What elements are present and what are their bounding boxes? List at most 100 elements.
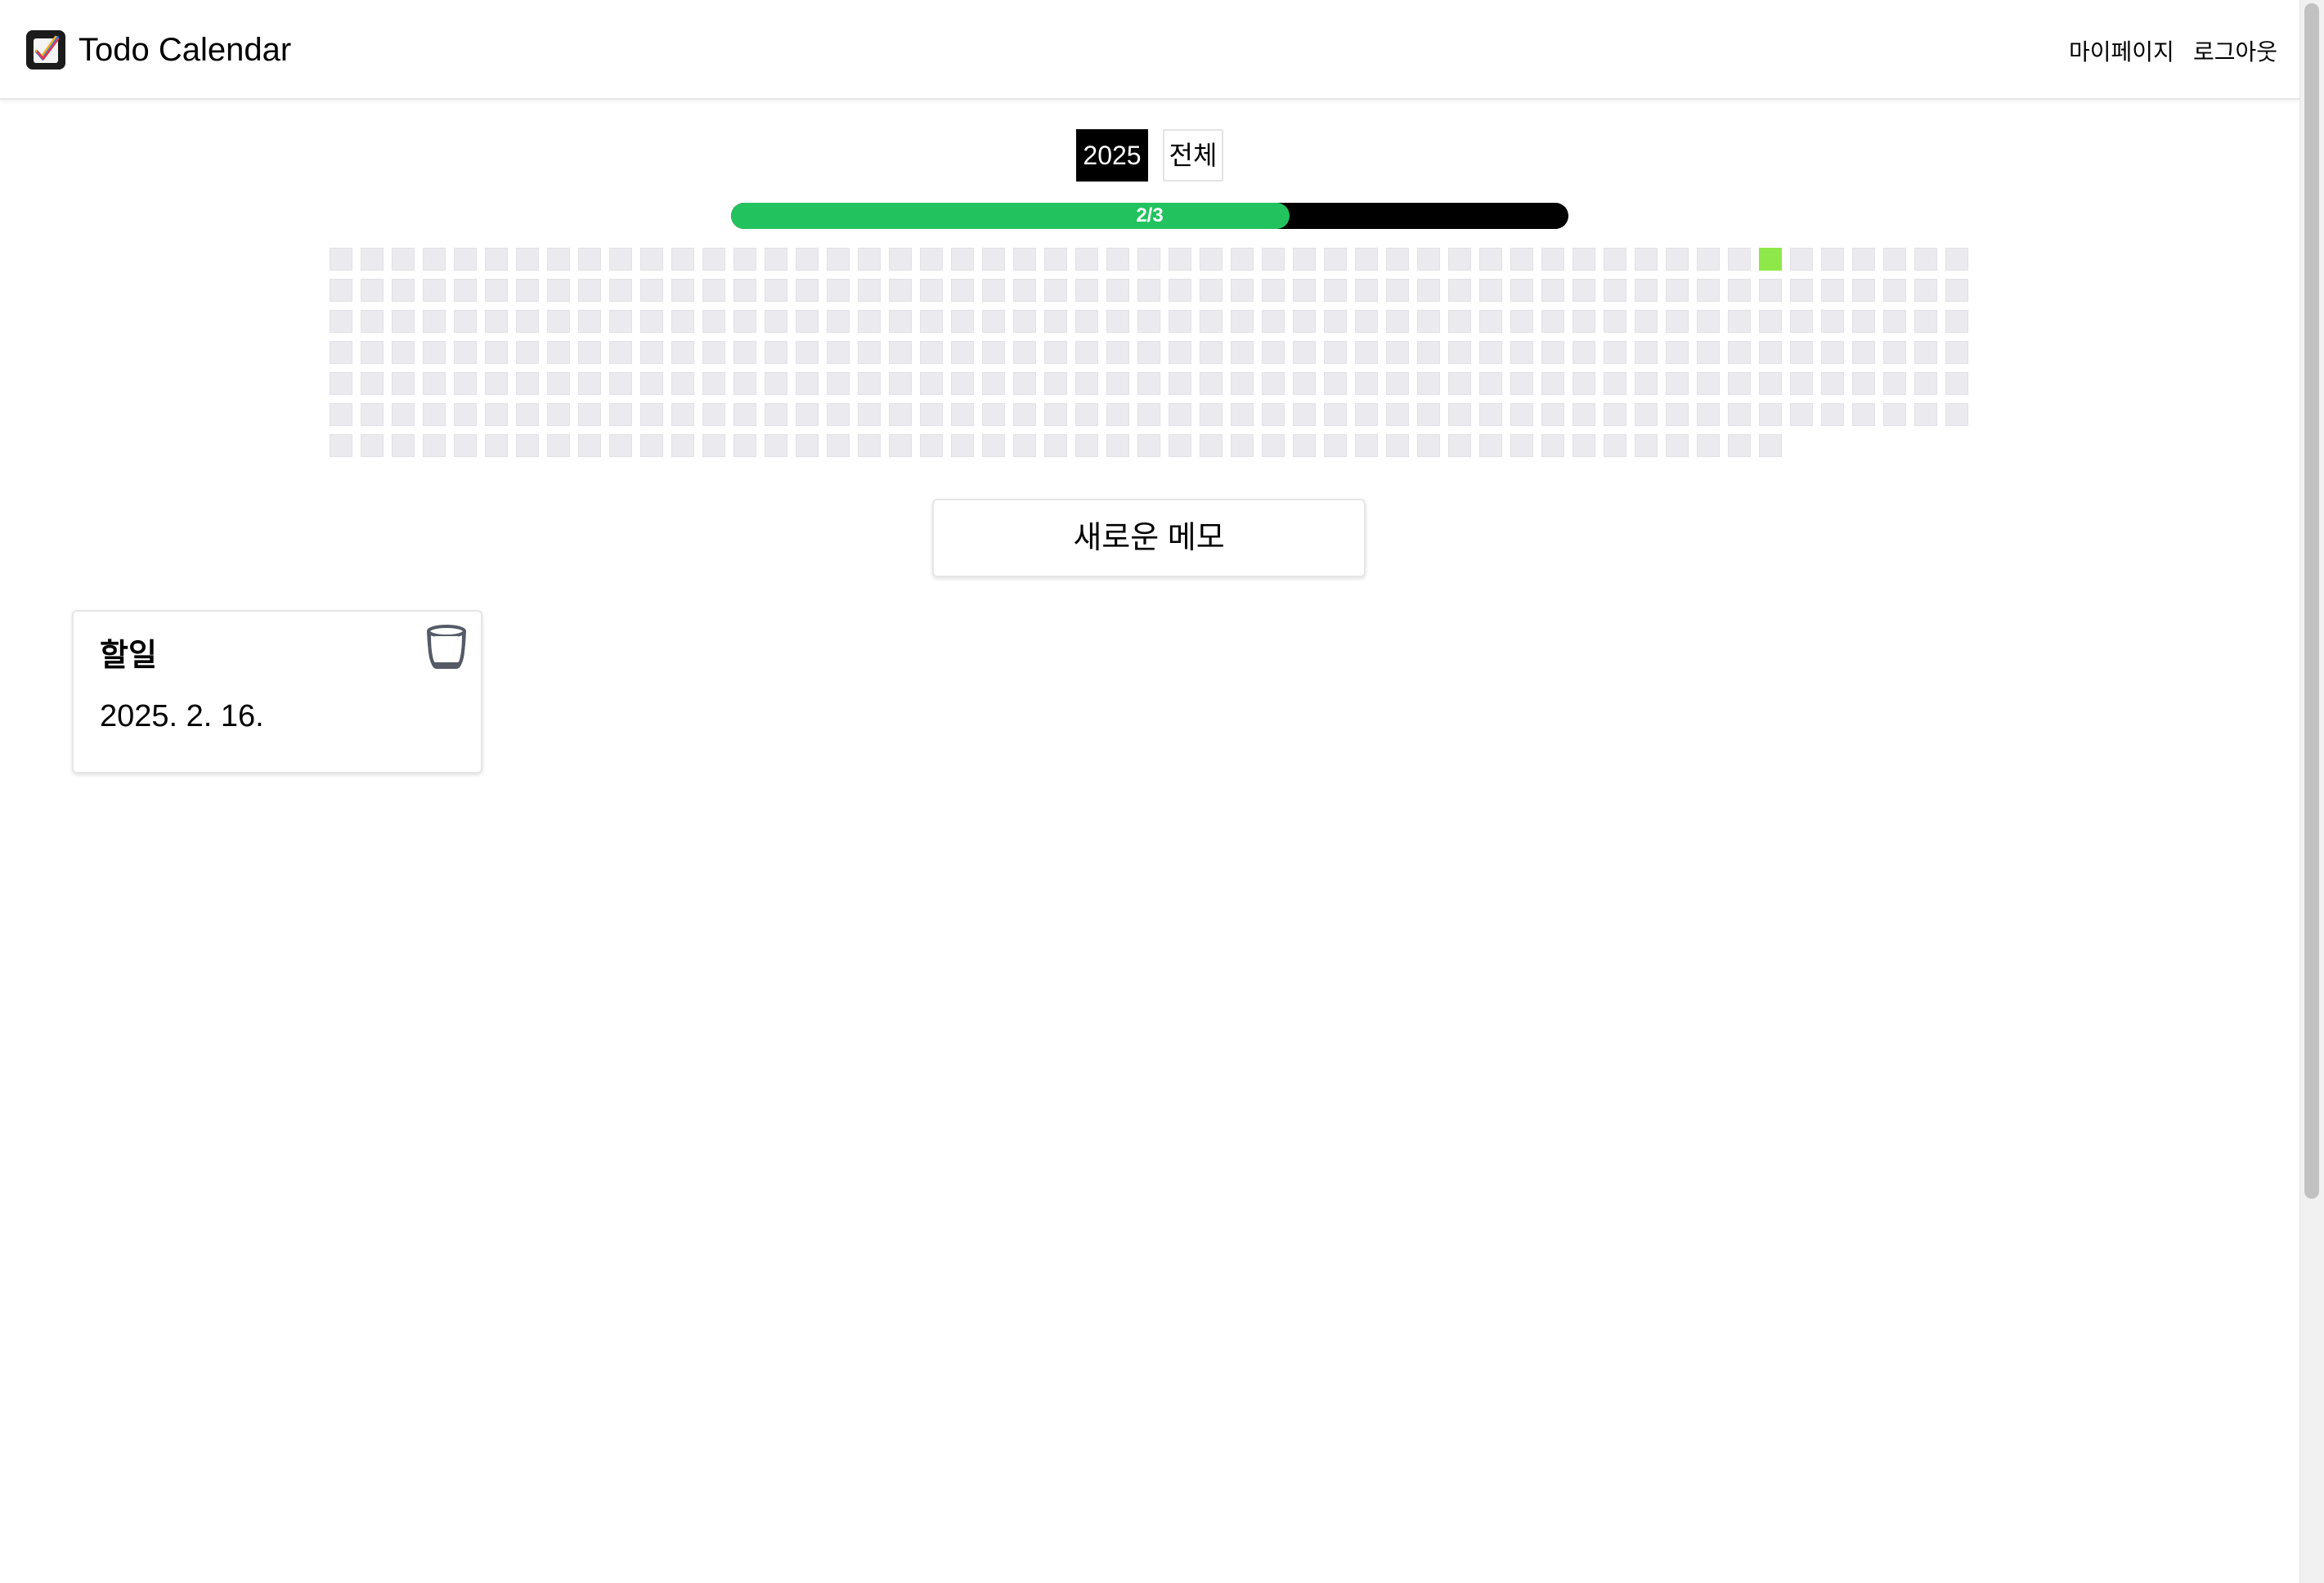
calendar-day-cell[interactable] bbox=[858, 279, 881, 302]
calendar-day-cell[interactable] bbox=[1448, 341, 1471, 364]
calendar-day-cell[interactable] bbox=[1852, 341, 1875, 364]
calendar-day-cell[interactable] bbox=[889, 248, 912, 271]
calendar-day-cell[interactable] bbox=[1635, 248, 1658, 271]
calendar-day-cell[interactable] bbox=[547, 341, 570, 364]
calendar-day-cell[interactable] bbox=[1604, 310, 1626, 333]
calendar-day-cell[interactable] bbox=[982, 434, 1005, 457]
calendar-day-cell[interactable] bbox=[1914, 403, 1937, 426]
calendar-day-cell[interactable] bbox=[330, 403, 352, 426]
calendar-day-cell[interactable] bbox=[1883, 248, 1906, 271]
calendar-day-cell[interactable] bbox=[1044, 372, 1067, 395]
calendar-day-cell[interactable] bbox=[1169, 434, 1191, 457]
calendar-day-cell[interactable] bbox=[516, 434, 539, 457]
calendar-day-cell[interactable] bbox=[1355, 372, 1378, 395]
calendar-day-cell[interactable] bbox=[1697, 279, 1720, 302]
calendar-day-cell[interactable] bbox=[858, 248, 881, 271]
calendar-day-cell[interactable] bbox=[827, 403, 850, 426]
calendar-day-cell[interactable] bbox=[1697, 434, 1720, 457]
calendar-day-cell[interactable] bbox=[330, 248, 352, 271]
mypage-link[interactable]: 마이페이지 bbox=[2069, 36, 2174, 69]
calendar-day-cell[interactable] bbox=[920, 372, 943, 395]
calendar-day-cell[interactable] bbox=[951, 341, 974, 364]
calendar-day-cell[interactable] bbox=[1635, 310, 1658, 333]
calendar-day-cell[interactable] bbox=[423, 403, 446, 426]
calendar-day-cell[interactable] bbox=[1137, 248, 1160, 271]
calendar-day-cell[interactable] bbox=[1137, 341, 1160, 364]
calendar-day-cell[interactable] bbox=[827, 372, 850, 395]
calendar-day-cell[interactable] bbox=[1231, 372, 1254, 395]
calendar-day-cell[interactable] bbox=[1417, 372, 1440, 395]
calendar-day-cell[interactable] bbox=[1635, 434, 1658, 457]
calendar-day-cell[interactable] bbox=[1386, 279, 1409, 302]
calendar-day-cell[interactable] bbox=[671, 403, 694, 426]
calendar-day-cell[interactable] bbox=[1883, 341, 1906, 364]
calendar-day-cell[interactable] bbox=[827, 248, 850, 271]
calendar-day-cell[interactable] bbox=[951, 403, 974, 426]
calendar-day-cell[interactable] bbox=[392, 248, 415, 271]
calendar-day-cell[interactable] bbox=[392, 310, 415, 333]
calendar-day-cell[interactable] bbox=[889, 403, 912, 426]
calendar-day-cell[interactable] bbox=[1106, 279, 1129, 302]
calendar-day-cell[interactable] bbox=[1604, 341, 1626, 364]
calendar-day-cell[interactable] bbox=[1137, 372, 1160, 395]
calendar-day-cell[interactable] bbox=[1013, 341, 1036, 364]
calendar-day-cell[interactable] bbox=[702, 279, 725, 302]
calendar-day-cell[interactable] bbox=[1262, 372, 1285, 395]
calendar-day-cell[interactable] bbox=[1231, 434, 1254, 457]
calendar-day-cell[interactable] bbox=[734, 310, 756, 333]
calendar-day-cell[interactable] bbox=[392, 403, 415, 426]
calendar-day-cell[interactable] bbox=[454, 403, 477, 426]
calendar-day-cell[interactable] bbox=[1635, 372, 1658, 395]
calendar-day-cell[interactable] bbox=[1790, 279, 1813, 302]
calendar-day-cell[interactable] bbox=[1355, 341, 1378, 364]
new-memo-button[interactable]: 새로운 메모 bbox=[932, 499, 1366, 577]
calendar-day-cell[interactable] bbox=[485, 372, 508, 395]
calendar-day-cell[interactable] bbox=[361, 248, 384, 271]
calendar-day-cell[interactable] bbox=[454, 248, 477, 271]
calendar-day-cell[interactable] bbox=[827, 434, 850, 457]
calendar-day-cell[interactable] bbox=[1044, 279, 1067, 302]
calendar-day-cell[interactable] bbox=[330, 279, 352, 302]
calendar-day-cell[interactable] bbox=[889, 341, 912, 364]
logout-link[interactable]: 로그아웃 bbox=[2193, 36, 2277, 69]
calendar-day-cell[interactable] bbox=[1293, 341, 1316, 364]
calendar-day-cell[interactable] bbox=[1573, 341, 1595, 364]
calendar-day-cell[interactable] bbox=[1573, 434, 1595, 457]
calendar-day-cell[interactable] bbox=[1541, 310, 1564, 333]
calendar-day-cell[interactable] bbox=[1697, 248, 1720, 271]
calendar-day-cell[interactable] bbox=[330, 310, 352, 333]
calendar-day-cell[interactable] bbox=[1666, 403, 1689, 426]
calendar-day-cell[interactable] bbox=[1324, 372, 1347, 395]
calendar-day-cell[interactable] bbox=[1479, 279, 1502, 302]
calendar-day-cell[interactable] bbox=[1914, 248, 1937, 271]
calendar-day-cell[interactable] bbox=[1262, 341, 1285, 364]
calendar-day-cell[interactable] bbox=[423, 248, 446, 271]
calendar-day-cell[interactable] bbox=[1417, 341, 1440, 364]
calendar-day-cell[interactable] bbox=[578, 341, 601, 364]
calendar-day-cell[interactable] bbox=[1697, 372, 1720, 395]
calendar-day-cell[interactable] bbox=[1355, 248, 1378, 271]
calendar-day-cell[interactable] bbox=[796, 279, 819, 302]
calendar-day-cell[interactable] bbox=[1324, 341, 1347, 364]
calendar-day-cell[interactable] bbox=[1479, 434, 1502, 457]
calendar-day-cell[interactable] bbox=[951, 372, 974, 395]
calendar-day-cell[interactable] bbox=[1821, 310, 1844, 333]
calendar-day-cell[interactable] bbox=[734, 434, 756, 457]
calendar-day-cell[interactable] bbox=[1448, 434, 1471, 457]
calendar-day-cell[interactable] bbox=[702, 341, 725, 364]
calendar-day-cell[interactable] bbox=[547, 372, 570, 395]
calendar-day-cell[interactable] bbox=[702, 310, 725, 333]
calendar-day-cell[interactable] bbox=[1759, 434, 1782, 457]
calendar-day-cell[interactable] bbox=[1169, 341, 1191, 364]
calendar-day-cell[interactable] bbox=[1541, 372, 1564, 395]
calendar-day-cell[interactable] bbox=[1448, 372, 1471, 395]
calendar-day-cell[interactable] bbox=[920, 434, 943, 457]
calendar-day-cell[interactable] bbox=[1666, 434, 1689, 457]
calendar-day-cell[interactable] bbox=[1137, 434, 1160, 457]
calendar-day-cell[interactable] bbox=[1945, 310, 1968, 333]
calendar-day-cell[interactable] bbox=[361, 310, 384, 333]
calendar-day-cell[interactable] bbox=[1790, 341, 1813, 364]
calendar-day-cell[interactable] bbox=[982, 310, 1005, 333]
calendar-day-cell[interactable] bbox=[1510, 341, 1533, 364]
calendar-day-cell[interactable] bbox=[609, 434, 632, 457]
